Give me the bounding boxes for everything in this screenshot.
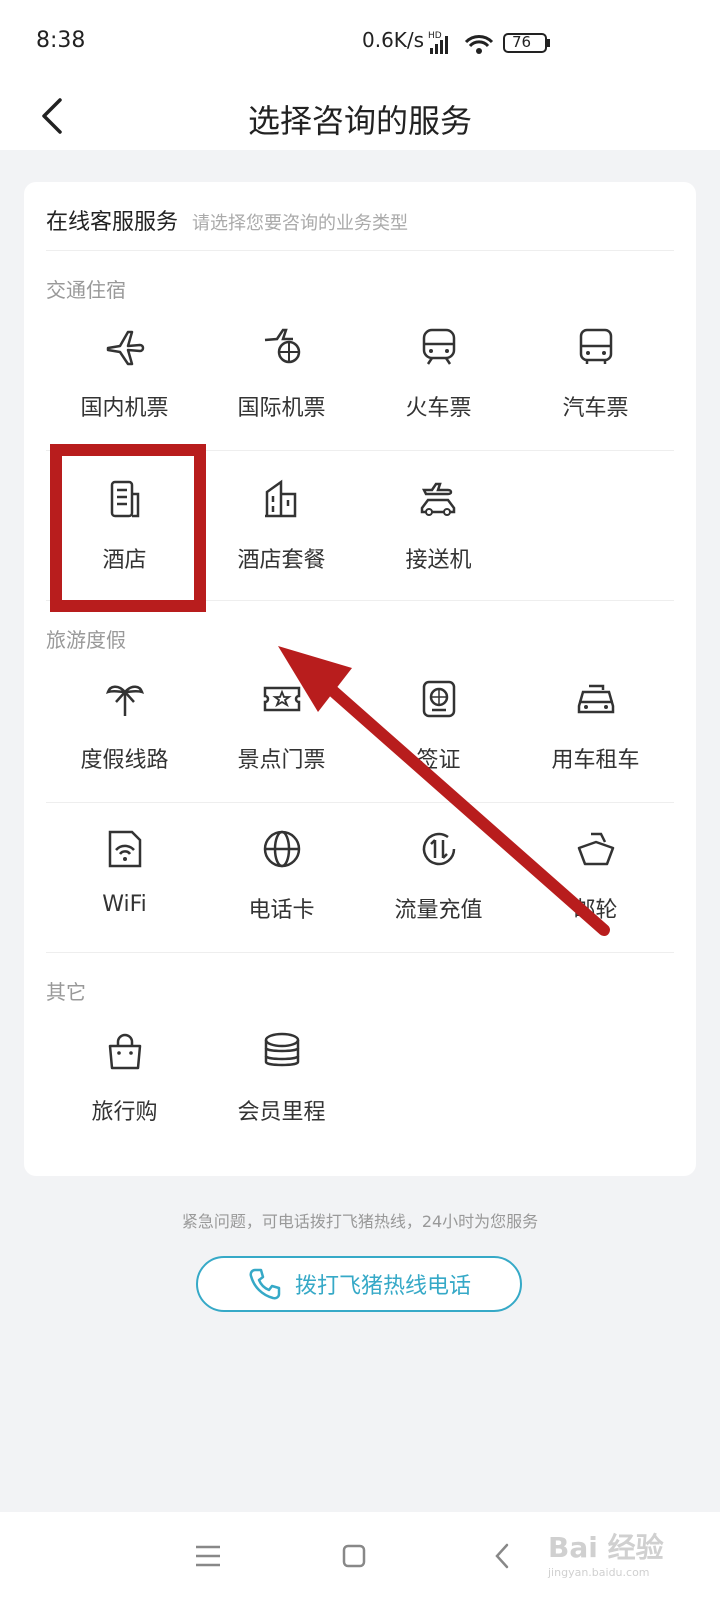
grid-row: 旅行购 会员里程 bbox=[46, 1016, 674, 1152]
label: 国际机票 bbox=[237, 396, 326, 421]
grid-row: WiFi 电话卡 流量充值 邮轮 bbox=[46, 814, 674, 950]
service-wifi[interactable]: WiFi bbox=[46, 814, 203, 950]
service-travel-shopping[interactable]: 旅行购 bbox=[46, 1016, 203, 1152]
label: 酒店套餐 bbox=[237, 548, 326, 573]
label: 汽车票 bbox=[562, 396, 629, 421]
label: 签证 bbox=[416, 748, 461, 773]
grid-row: 酒店 酒店套餐 接送机 bbox=[46, 464, 674, 600]
card-header: 在线客服服务 请选择您要咨询的业务类型 bbox=[46, 204, 408, 244]
card-subtitle: 请选择您要咨询的业务类型 bbox=[192, 213, 409, 234]
service-intl-flight[interactable]: 国际机票 bbox=[203, 312, 360, 448]
baidu-watermark: Bai 经验 jingyan.baidu.com bbox=[548, 1526, 688, 1586]
status-icons: HD bbox=[428, 31, 550, 54]
network-speed: 0.6K/s bbox=[362, 28, 425, 52]
label: 火车票 bbox=[405, 396, 472, 421]
service-member-mileage[interactable]: 会员里程 bbox=[203, 1016, 360, 1152]
section-title-other: 其它 bbox=[46, 980, 86, 1004]
status-time: 8:38 bbox=[36, 28, 86, 53]
section-title-transport: 交通住宿 bbox=[46, 278, 126, 302]
header: 选择咨询的服务 bbox=[0, 80, 720, 150]
phone-icon bbox=[249, 1268, 281, 1300]
building-icon bbox=[261, 478, 303, 520]
car-airplane-icon bbox=[418, 478, 460, 520]
label: 邮轮 bbox=[573, 898, 618, 923]
divider bbox=[46, 450, 674, 451]
train-icon bbox=[418, 326, 460, 368]
service-domestic-flight[interactable]: 国内机票 bbox=[46, 312, 203, 448]
shopping-bag-icon bbox=[104, 1030, 146, 1072]
divider bbox=[46, 250, 674, 251]
label: 酒店 bbox=[102, 548, 147, 573]
label: 电话卡 bbox=[248, 898, 315, 923]
label: 景点门票 bbox=[237, 748, 326, 773]
battery-level: 76 bbox=[512, 33, 532, 51]
taxi-icon bbox=[575, 678, 617, 720]
svg-text:HD: HD bbox=[428, 31, 442, 41]
nav-back-button[interactable] bbox=[478, 1532, 526, 1580]
label: 用车租车 bbox=[551, 748, 640, 773]
service-cruise[interactable]: 邮轮 bbox=[517, 814, 674, 950]
ship-icon bbox=[575, 828, 617, 870]
call-hotline-button[interactable]: 拨打飞猪热线电话 bbox=[196, 1256, 522, 1312]
watermark-sub: jingyan.baidu.com bbox=[548, 1566, 650, 1579]
label: 度假线路 bbox=[80, 748, 169, 773]
watermark-text: Bai 经验 bbox=[548, 1531, 664, 1564]
hotel-icon bbox=[104, 478, 146, 520]
footer-note: 紧急问题，可电话拨打飞猪热线，24小时为您服务 bbox=[181, 1212, 539, 1231]
service-car-rental[interactable]: 用车租车 bbox=[517, 664, 674, 800]
bus-icon bbox=[575, 326, 617, 368]
nav-home-button[interactable] bbox=[330, 1532, 378, 1580]
service-vacation[interactable]: 度假线路 bbox=[46, 664, 203, 800]
page-title: 选择咨询的服务 bbox=[247, 102, 472, 140]
globe-icon bbox=[261, 828, 303, 870]
service-attraction-ticket[interactable]: 景点门票 bbox=[203, 664, 360, 800]
status-bar: 8:38 0.6K/s HD 76 bbox=[0, 0, 720, 80]
divider bbox=[46, 952, 674, 953]
service-train[interactable]: 火车票 bbox=[360, 312, 517, 448]
divider bbox=[46, 802, 674, 803]
wifi-card-icon bbox=[104, 828, 146, 870]
service-hotel[interactable]: 酒店 bbox=[46, 464, 203, 600]
card-title: 在线客服服务 bbox=[46, 210, 179, 235]
service-visa[interactable]: 签证 bbox=[360, 664, 517, 800]
ticket-icon bbox=[261, 678, 303, 720]
label: 接送机 bbox=[405, 548, 472, 573]
label: 国内机票 bbox=[80, 396, 169, 421]
nav-menu-button[interactable] bbox=[184, 1532, 232, 1580]
home-square-icon bbox=[342, 1544, 366, 1568]
grid-row: 度假线路 景点门票 签证 用车租车 bbox=[46, 664, 674, 800]
label: 流量充值 bbox=[394, 898, 483, 923]
service-data-topup[interactable]: 流量充值 bbox=[360, 814, 517, 950]
passport-icon bbox=[418, 678, 460, 720]
chevron-left-icon bbox=[495, 1543, 509, 1569]
grid-row: 国内机票 国际机票 火车票 汽车票 bbox=[46, 312, 674, 448]
section-title-vacation: 旅游度假 bbox=[46, 628, 126, 652]
menu-icon bbox=[196, 1545, 220, 1567]
service-bus[interactable]: 汽车票 bbox=[517, 312, 674, 448]
service-airport-transfer[interactable]: 接送机 bbox=[360, 464, 517, 600]
divider bbox=[46, 600, 674, 601]
data-transfer-icon bbox=[418, 828, 460, 870]
label: 旅行购 bbox=[91, 1100, 158, 1125]
airplane-icon bbox=[104, 326, 146, 368]
globe-airplane-icon bbox=[261, 326, 303, 368]
service-phone-card[interactable]: 电话卡 bbox=[203, 814, 360, 950]
palm-tree-icon bbox=[104, 678, 146, 720]
hotline-label: 拨打飞猪热线电话 bbox=[294, 1274, 471, 1299]
coins-icon bbox=[261, 1030, 303, 1072]
label: WiFi bbox=[102, 892, 147, 917]
service-hotel-package[interactable]: 酒店套餐 bbox=[203, 464, 360, 600]
service-card: 在线客服服务 请选择您要咨询的业务类型 交通住宿 国内机票 国际机票 火车票 汽… bbox=[24, 182, 696, 1176]
label: 会员里程 bbox=[237, 1100, 326, 1125]
